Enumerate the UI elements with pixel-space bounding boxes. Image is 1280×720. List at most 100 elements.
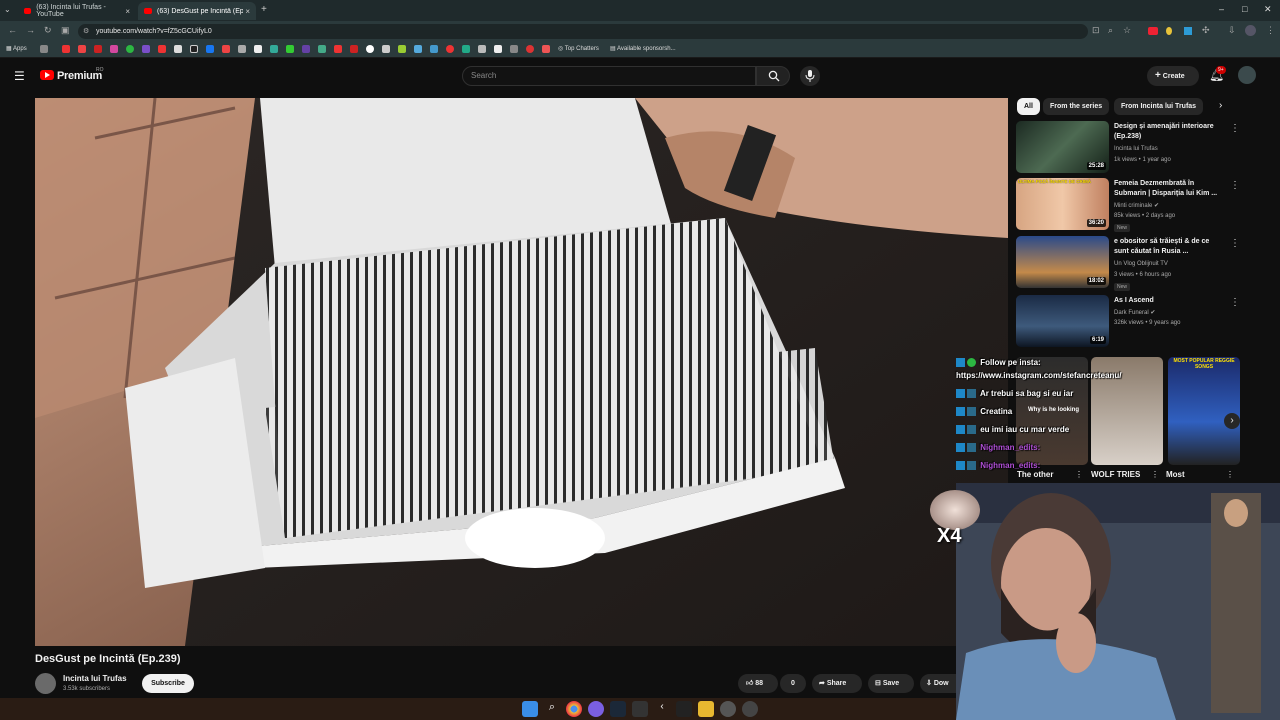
- bookmark-icon[interactable]: [318, 45, 326, 53]
- app-icon[interactable]: [720, 701, 736, 717]
- windows-start-icon[interactable]: [522, 701, 538, 717]
- search-input[interactable]: Search: [462, 66, 756, 86]
- extension-icon[interactable]: [1166, 27, 1172, 35]
- recommendation-item[interactable]: 25:28 Design și amenajări interioare (Ep…: [1016, 121, 1266, 175]
- more-options-icon[interactable]: ⋮: [1230, 297, 1240, 308]
- bookmark-icon[interactable]: [398, 45, 406, 53]
- bookmark-icon[interactable]: [62, 45, 70, 53]
- recommendation-channel[interactable]: Un Vlog Oblijnuit TV: [1114, 261, 1168, 267]
- site-info-icon[interactable]: ⚙: [83, 24, 89, 39]
- bookmark-icon[interactable]: [110, 45, 118, 53]
- recommendation-channel[interactable]: Incinta lui Trufas: [1114, 146, 1158, 152]
- bookmark-icon[interactable]: [542, 45, 550, 53]
- search-button[interactable]: [756, 66, 790, 86]
- bookmark-icon[interactable]: [478, 45, 486, 53]
- account-avatar[interactable]: [1238, 66, 1256, 84]
- extension-icon[interactable]: [1148, 27, 1158, 35]
- bookmark-icon[interactable]: [270, 45, 278, 53]
- bookmark-icon[interactable]: [334, 45, 342, 53]
- tab-video[interactable]: (63) DesGust pe Incintă (Ep.239) ×: [138, 2, 256, 20]
- recommendation-item[interactable]: ULTIMA POZĂ ÎNAINTE DE CRIMĂ 36:20 Femei…: [1016, 178, 1266, 232]
- bookmark-icon[interactable]: [462, 45, 470, 53]
- recommendation-title[interactable]: Design și amenajări interioare (Ep.238): [1114, 122, 1222, 142]
- bookmark-icon[interactable]: [286, 45, 294, 53]
- more-options-icon[interactable]: ⋮: [1230, 238, 1240, 249]
- bookmark-icon[interactable]: [206, 45, 214, 53]
- recommendation-channel[interactable]: Minti criminale ✔: [1114, 202, 1159, 209]
- more-options-icon[interactable]: ⋮: [1226, 470, 1234, 479]
- minimize-icon[interactable]: –: [1219, 4, 1224, 14]
- subscribe-button[interactable]: Subscribe: [142, 674, 194, 693]
- channel-name[interactable]: Incinta lui Trufas: [63, 674, 127, 683]
- app-icon[interactable]: [676, 701, 692, 717]
- video-thumbnail[interactable]: 25:28: [1016, 121, 1109, 173]
- close-icon[interactable]: ×: [125, 7, 130, 16]
- bookmark-icon[interactable]: [142, 45, 150, 53]
- short-title[interactable]: Most: [1166, 470, 1185, 479]
- app-icon[interactable]: [588, 701, 604, 717]
- download-button[interactable]: ⇩ Dow: [920, 674, 956, 693]
- bookmark-icon[interactable]: [174, 45, 182, 53]
- bookmark-top-chatters[interactable]: ◎ Top Chatters: [558, 45, 599, 52]
- bookmark-icon[interactable]: [382, 45, 390, 53]
- bookmark-star-icon[interactable]: ☆: [1123, 25, 1131, 36]
- recommendation-channel[interactable]: Dark Funeral ✔: [1114, 309, 1155, 316]
- bookmark-icon[interactable]: [158, 45, 166, 53]
- downloads-icon[interactable]: ⇩: [1228, 25, 1236, 36]
- recommendation-title[interactable]: Femeia Dezmembrată în Submarin | Dispari…: [1114, 179, 1222, 199]
- bookmark-icon[interactable]: [446, 45, 454, 53]
- new-tab-button[interactable]: +: [261, 4, 267, 15]
- more-options-icon[interactable]: ⋮: [1230, 180, 1240, 191]
- save-button[interactable]: ⊟ Save: [868, 674, 914, 693]
- search-icon[interactable]: ⌕: [544, 701, 560, 717]
- maximize-icon[interactable]: □: [1242, 4, 1247, 14]
- steam-icon[interactable]: [610, 701, 626, 717]
- extensions-puzzle-icon[interactable]: ✣: [1202, 25, 1210, 36]
- bookmark-icon[interactable]: [190, 45, 198, 53]
- voice-search-button[interactable]: [800, 66, 820, 86]
- bookmark-icon[interactable]: [222, 45, 230, 53]
- bookmark-icon[interactable]: [302, 45, 310, 53]
- bookmark-icon[interactable]: [494, 45, 502, 53]
- create-button[interactable]: + Create: [1147, 66, 1199, 86]
- chip-all[interactable]: All: [1017, 98, 1040, 115]
- recommendation-title[interactable]: As I Ascend: [1114, 296, 1222, 306]
- bookmark-icon[interactable]: [94, 45, 102, 53]
- bookmark-apps[interactable]: ▦ Apps: [6, 45, 27, 52]
- like-button[interactable]: 👍︎ 88: [738, 674, 778, 693]
- bookmark-icon[interactable]: [40, 45, 48, 53]
- video-player[interactable]: [35, 98, 1008, 646]
- profile-avatar[interactable]: [1245, 25, 1256, 36]
- bookmark-icon[interactable]: [254, 45, 262, 53]
- reload-icon[interactable]: ↻: [44, 25, 52, 36]
- app-icon[interactable]: ‹: [654, 701, 670, 717]
- share-button[interactable]: ➦ Share: [812, 674, 862, 693]
- bookmark-icon[interactable]: [78, 45, 86, 53]
- chip-from-channel[interactable]: From Incinta lui Trufas: [1114, 98, 1204, 115]
- app-icon[interactable]: [632, 701, 648, 717]
- short-thumbnail[interactable]: MOST POPULAR REGGIE SONGS: [1168, 357, 1240, 465]
- bookmark-icon[interactable]: [510, 45, 518, 53]
- bookmark-icon[interactable]: [526, 45, 534, 53]
- bookmark-icon[interactable]: [238, 45, 246, 53]
- bookmark-icon[interactable]: [414, 45, 422, 53]
- back-icon[interactable]: ←: [8, 25, 17, 35]
- close-icon[interactable]: ×: [245, 7, 250, 16]
- chevron-right-icon[interactable]: ›: [1219, 100, 1222, 111]
- split-view-icon[interactable]: ▣: [61, 25, 70, 36]
- url-field[interactable]: ⚙ youtube.com/watch?v=fZ5cGCUifyL0: [78, 24, 1088, 39]
- tab-channel[interactable]: (63) Incinta lui Trufas - YouTube ×: [18, 2, 136, 20]
- video-thumbnail[interactable]: ULTIMA POZĂ ÎNAINTE DE CRIMĂ 36:20: [1016, 178, 1109, 230]
- more-options-icon[interactable]: ⋮: [1230, 123, 1240, 134]
- shorts-next-button[interactable]: ›: [1224, 413, 1240, 429]
- dislike-button[interactable]: 0: [780, 674, 806, 693]
- channel-avatar[interactable]: [35, 673, 56, 694]
- recommendation-title[interactable]: e obositor să trăiești & de ce sunt căut…: [1114, 237, 1222, 257]
- chip-from-the-series[interactable]: From the series: [1043, 98, 1110, 115]
- video-thumbnail[interactable]: 18:02: [1016, 236, 1109, 288]
- tab-search-icon[interactable]: ⌄: [4, 5, 11, 14]
- obs-icon[interactable]: [742, 701, 758, 717]
- zoom-icon[interactable]: ⌕: [1108, 25, 1113, 36]
- bookmark-icon[interactable]: [350, 45, 358, 53]
- bookmark-icon[interactable]: [366, 45, 374, 53]
